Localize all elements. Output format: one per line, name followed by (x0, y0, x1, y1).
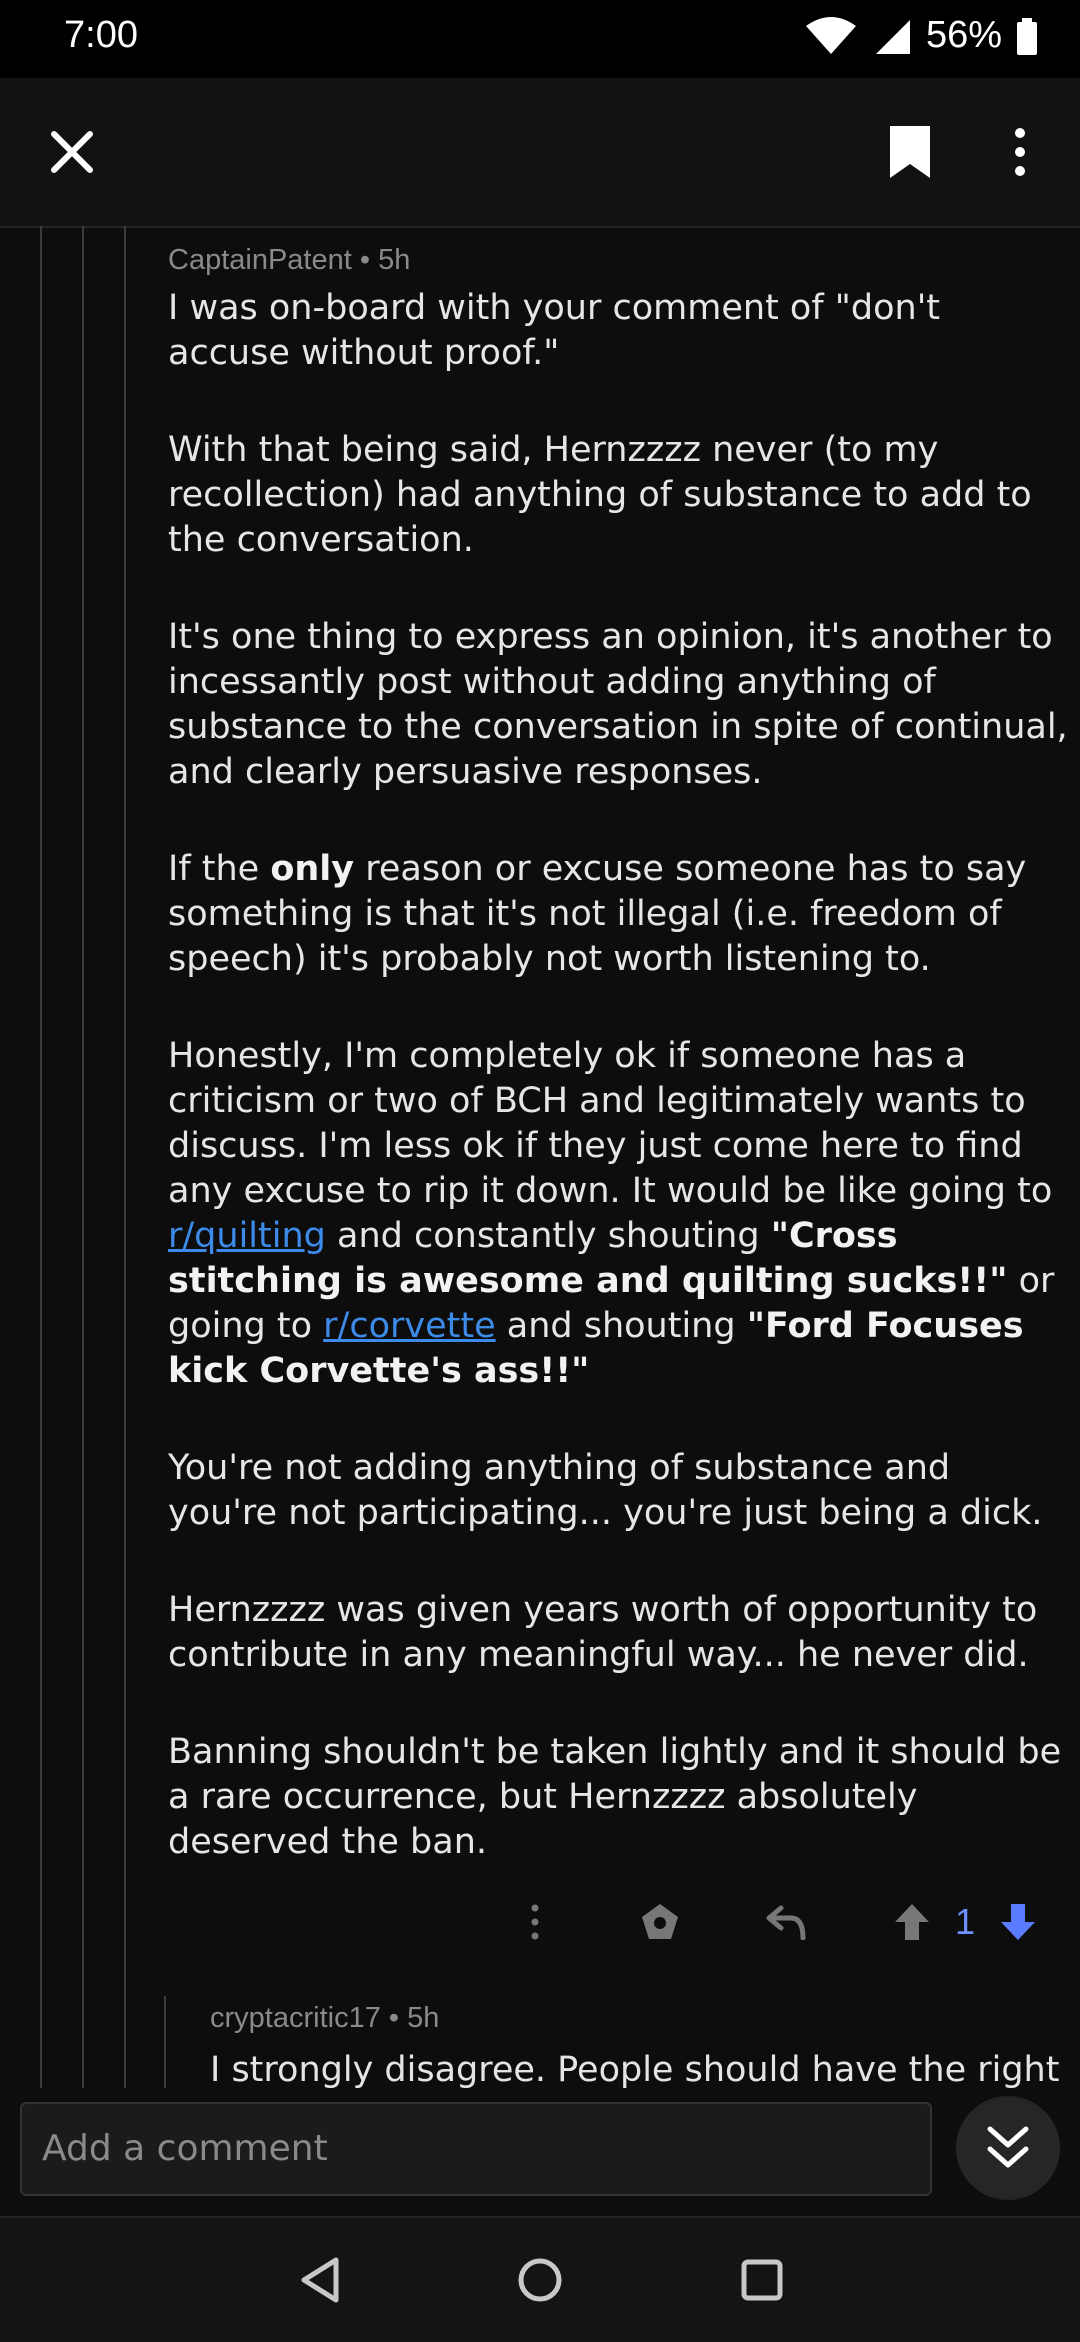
emphasis-text: only (270, 849, 355, 889)
recents-square-icon (741, 2259, 783, 2301)
home-button[interactable] (480, 2218, 600, 2342)
score: 1 (940, 1886, 990, 1958)
upvote-button[interactable] (884, 1886, 940, 1958)
reply-icon (766, 1905, 806, 1940)
reply-comment: cryptacritic17 • 5h I strongly disagree.… (210, 1998, 1080, 2088)
signal-icon (875, 19, 910, 54)
thread-guide-line (40, 226, 42, 2088)
comment-paragraph: Hernzzzz was given years worth of opport… (168, 1590, 1038, 1675)
close-button[interactable] (22, 78, 122, 226)
comment-body: I was on-board with your comment of "don… (168, 286, 1068, 1865)
more-vert-icon (531, 1904, 539, 1940)
more-options-button[interactable] (980, 78, 1060, 226)
downvote-icon (1001, 1904, 1035, 1940)
home-circle-icon (518, 2258, 562, 2302)
comment-composer: Add a comment (0, 2088, 1080, 2216)
close-icon (51, 131, 93, 173)
comment-author[interactable]: cryptacritic17 (210, 2002, 381, 2034)
more-vert-icon (1015, 128, 1025, 176)
double-chevron-down-icon (987, 2126, 1029, 2168)
subreddit-link-quilting[interactable]: r/quilting (168, 1216, 326, 1256)
bookmark-button[interactable] (860, 78, 960, 226)
more-actions-button[interactable] (510, 1886, 560, 1958)
comment-paragraph: Honestly, I'm completely ok if someone h… (168, 1036, 1055, 1391)
reply-button[interactable] (756, 1886, 816, 1958)
battery-icon (1017, 17, 1037, 55)
status-icons: 56% (804, 14, 1038, 57)
comment-paragraph: If the only reason or excuse someone has… (168, 849, 1027, 979)
vote-count: 1 (954, 1901, 976, 1942)
subreddit-link-corvette[interactable]: r/corvette (323, 1306, 495, 1346)
comment-paragraph: With that being said, Hernzzzz never (to… (168, 430, 1032, 560)
comment-paragraph: I was on-board with your comment of "don… (168, 288, 941, 373)
comment-meta: CaptainPatent • 5h (168, 240, 1068, 280)
reply-guide-line (164, 1996, 166, 2088)
bookmark-icon (890, 126, 930, 178)
top-toolbar (0, 78, 1080, 228)
upvote-icon (895, 1904, 929, 1940)
comment-paragraph: You're not adding anything of substance … (168, 1448, 1043, 1533)
comment-author[interactable]: CaptainPatent (168, 244, 352, 276)
battery-percent: 56% (925, 14, 1002, 56)
recents-button[interactable] (702, 2218, 822, 2342)
thread-guide-line (82, 226, 84, 2088)
wifi-icon (805, 16, 856, 54)
system-nav-bar (0, 2216, 1080, 2342)
comment-paragraph: It's one thing to express an opinion, it… (168, 617, 1068, 792)
comment-age: • 5h (388, 2002, 440, 2034)
comment-text: I strongly disagree. People should have … (210, 2050, 1060, 2088)
downvote-button[interactable] (990, 1886, 1046, 1958)
status-time: 7:00 (64, 14, 138, 56)
comment: CaptainPatent • 5h I was on-board with y… (168, 240, 1068, 1917)
comment-meta: cryptacritic17 • 5h (210, 1998, 1080, 2038)
thread-guide-line (124, 226, 126, 2088)
award-button[interactable] (630, 1886, 690, 1958)
add-comment-input[interactable]: Add a comment (20, 2102, 932, 2196)
back-button[interactable] (260, 2218, 380, 2342)
award-icon (642, 1904, 678, 1939)
comment-paragraph: Banning shouldn't be taken lightly and i… (168, 1732, 1062, 1862)
status-bar: 7:00 56% (0, 0, 1080, 78)
comment-age: • 5h (359, 244, 411, 276)
comment-thread[interactable]: CaptainPatent • 5h I was on-board with y… (0, 226, 1080, 2088)
expand-button[interactable] (956, 2096, 1060, 2200)
back-triangle-icon (301, 2257, 339, 2303)
comment-actions: 1 (0, 1886, 1080, 1958)
